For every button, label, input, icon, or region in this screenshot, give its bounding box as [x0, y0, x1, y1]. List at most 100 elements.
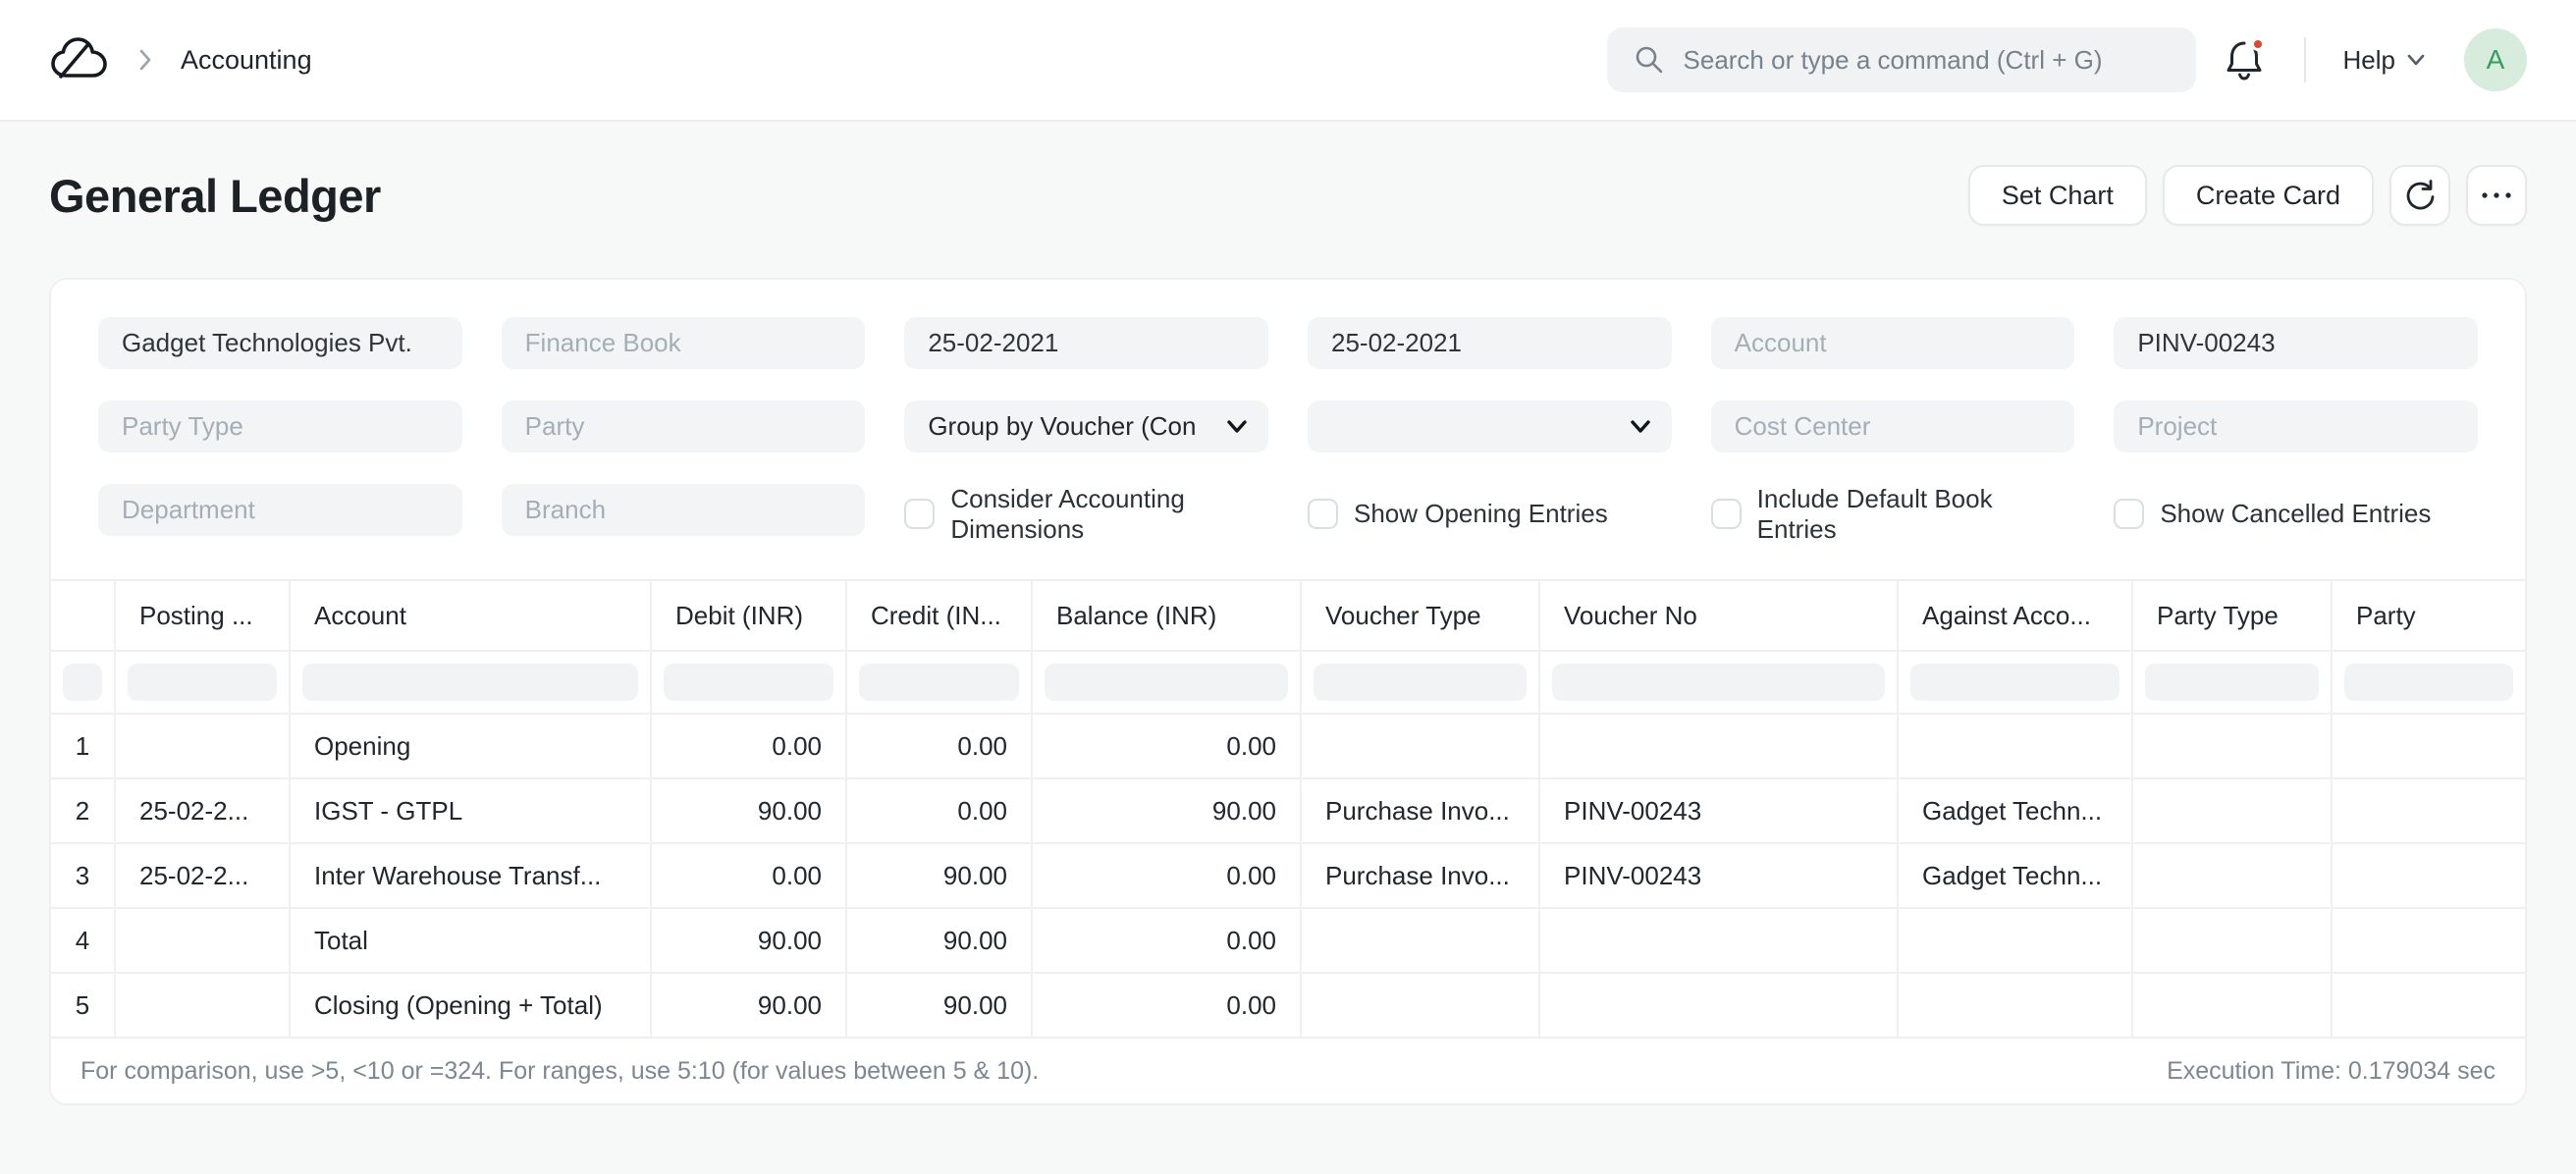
col-header-credit[interactable]: Credit (IN... — [846, 579, 1033, 653]
page-actions: Set Chart Create Card — [1967, 165, 2527, 226]
col-header-party-type[interactable]: Party Type — [2132, 579, 2333, 653]
table-row: 2 25-02-2... IGST - GTPL 90.00 0.00 90.0… — [51, 778, 2525, 845]
search-icon — [1636, 46, 1662, 74]
cell-debit: 90.00 — [651, 973, 847, 1040]
avatar[interactable]: A — [2464, 28, 2527, 91]
cell-index: 5 — [51, 973, 116, 1040]
checkbox-label: Include Default Book Entries — [1756, 484, 1993, 544]
more-options-button[interactable] — [2466, 165, 2527, 226]
cell-posting-date: 25-02-2... — [115, 778, 291, 845]
cell-debit: 0.00 — [651, 843, 847, 910]
to-date-filter[interactable] — [1307, 317, 1672, 369]
breadcrumb: Accounting — [49, 36, 312, 83]
cell-posting-date: 25-02-2... — [115, 843, 291, 910]
page-title: General Ledger — [49, 169, 381, 222]
column-filter-input[interactable] — [1045, 664, 1288, 702]
party-type-filter[interactable] — [98, 400, 462, 453]
cell-party-type — [2132, 714, 2333, 780]
group-by-select[interactable]: Group by Voucher (Con — [904, 400, 1268, 453]
cell-voucher-type: Purchase Invo... — [1301, 778, 1540, 845]
global-search-input[interactable]: Search or type a command (Ctrl + G) — [1606, 27, 2196, 92]
cell-party-type — [2132, 908, 2333, 975]
report-card: Group by Voucher (Con Consider Accountin… — [49, 278, 2527, 1106]
account-filter[interactable] — [1710, 317, 2075, 369]
col-header-account[interactable]: Account — [290, 579, 652, 653]
column-filter-input[interactable] — [664, 664, 833, 702]
breadcrumb-item-accounting[interactable]: Accounting — [181, 45, 312, 76]
col-header-party[interactable]: Party — [2332, 579, 2525, 653]
company-filter[interactable] — [98, 317, 462, 369]
chevron-down-icon — [1630, 420, 1650, 433]
cell-party — [2332, 714, 2525, 780]
from-date-filter[interactable] — [904, 317, 1268, 369]
finance-book-filter[interactable] — [501, 317, 866, 369]
cell-against-account — [1898, 973, 2133, 1040]
cell-voucher-no: PINV-00243 — [1539, 843, 1899, 910]
navbar-right-group: Help A — [2222, 28, 2527, 91]
column-filter-input[interactable] — [2344, 664, 2513, 702]
report-filters: Group by Voucher (Con Consider Accountin… — [51, 280, 2525, 579]
cell-voucher-type — [1301, 714, 1540, 780]
filter-hint-text: For comparison, use >5, <10 or =324. For… — [80, 1056, 1040, 1085]
secondary-select[interactable] — [1307, 400, 1672, 453]
refresh-button[interactable] — [2389, 165, 2450, 226]
cell-voucher-no — [1539, 714, 1899, 780]
avatar-letter: A — [2486, 44, 2505, 75]
department-filter[interactable] — [98, 484, 462, 536]
column-filter-input[interactable] — [1910, 664, 2120, 702]
col-header-voucher-type[interactable]: Voucher Type — [1301, 579, 1540, 653]
cell-balance: 90.00 — [1032, 778, 1302, 845]
col-header-index — [51, 579, 116, 653]
cell-credit: 90.00 — [846, 843, 1033, 910]
checkbox-box[interactable] — [1307, 499, 1338, 530]
cell-debit: 0.00 — [651, 714, 847, 780]
cell-against-account: Gadget Techn... — [1898, 778, 2133, 845]
set-chart-button[interactable]: Set Chart — [1967, 165, 2147, 226]
cell-account: Inter Warehouse Transf... — [290, 843, 652, 910]
notifications-button[interactable] — [2222, 35, 2267, 84]
column-filter-input[interactable] — [63, 664, 102, 702]
group-by-value: Group by Voucher (Con — [928, 411, 1197, 441]
cell-voucher-no — [1539, 908, 1899, 975]
col-header-against-account[interactable]: Against Acco... — [1898, 579, 2133, 653]
cost-center-filter[interactable] — [1710, 400, 2075, 453]
column-filter-input[interactable] — [2145, 664, 2319, 702]
cell-voucher-type — [1301, 908, 1540, 975]
project-filter[interactable] — [2114, 400, 2478, 453]
cell-index: 2 — [51, 778, 116, 845]
cell-posting-date — [115, 714, 291, 780]
col-header-posting-date[interactable]: Posting ... — [115, 579, 291, 653]
app-logo[interactable] — [49, 36, 110, 83]
col-header-balance[interactable]: Balance (INR) — [1032, 579, 1302, 653]
col-header-voucher-no[interactable]: Voucher No — [1539, 579, 1899, 653]
checkbox-box[interactable] — [904, 499, 936, 530]
cell-party-type — [2132, 778, 2333, 845]
cell-against-account: Gadget Techn... — [1898, 843, 2133, 910]
cell-balance: 0.00 — [1032, 973, 1302, 1040]
checkbox-box[interactable] — [1710, 499, 1742, 530]
column-filter-input[interactable] — [1314, 664, 1527, 702]
cell-voucher-type — [1301, 973, 1540, 1040]
cell-party-type — [2132, 843, 2333, 910]
table-row: 3 25-02-2... Inter Warehouse Transf... 0… — [51, 843, 2525, 910]
cell-account: IGST - GTPL — [290, 778, 652, 845]
cell-index: 3 — [51, 843, 116, 910]
column-filter-input[interactable] — [128, 664, 277, 702]
create-card-button[interactable]: Create Card — [2162, 165, 2374, 226]
checkbox-box[interactable] — [2114, 499, 2145, 530]
cell-index: 4 — [51, 908, 116, 975]
cell-balance: 0.00 — [1032, 843, 1302, 910]
cell-party-type — [2132, 973, 2333, 1040]
party-filter[interactable] — [501, 400, 866, 453]
cell-posting-date — [115, 908, 291, 975]
column-filter-input[interactable] — [302, 664, 638, 702]
column-filter-input[interactable] — [1552, 664, 1885, 702]
voucher-no-filter[interactable] — [2114, 317, 2478, 369]
branch-filter[interactable] — [501, 484, 866, 536]
col-header-debit[interactable]: Debit (INR) — [651, 579, 847, 653]
column-filter-input[interactable] — [859, 664, 1019, 702]
cell-balance: 0.00 — [1032, 714, 1302, 780]
cell-account: Opening — [290, 714, 652, 780]
cell-party — [2332, 778, 2525, 845]
help-menu[interactable]: Help — [2343, 45, 2427, 76]
